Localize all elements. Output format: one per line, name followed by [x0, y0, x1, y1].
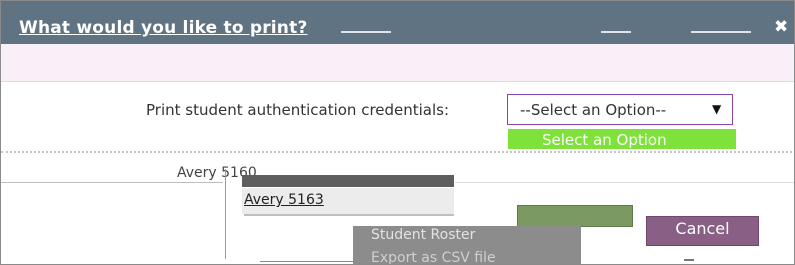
cancel-button[interactable]: Cancel [646, 216, 759, 246]
dropdown-list-top [242, 175, 454, 187]
dotted-divider [1, 151, 794, 153]
option-student-roster[interactable]: Student Roster Export as CSV file [353, 226, 581, 264]
option-avery-5163[interactable]: Avery 5163 [242, 188, 454, 214]
print-dialog: What would you like to print? ✖ Print st… [0, 0, 795, 265]
titlebar-artifact [691, 31, 751, 33]
dropdown-shadow [244, 214, 454, 216]
footer-divider [455, 182, 794, 183]
dialog-titlebar: What would you like to print? ✖ [1, 1, 794, 44]
chevron-down-icon: ▼ [712, 102, 722, 116]
print-button[interactable] [517, 205, 633, 227]
option-label: Avery 5163 [244, 192, 324, 208]
titlebar-artifact [601, 31, 631, 33]
option-select-an-option[interactable]: Select an Option [508, 129, 736, 149]
option-label: Select an Option [542, 131, 667, 149]
dialog-header-band [1, 44, 794, 82]
decorative-dash [684, 259, 694, 261]
credentials-prompt-label: Print student authentication credentials… [146, 101, 450, 119]
close-icon[interactable]: ✖ [774, 17, 788, 37]
select-value: --Select an Option-- [520, 101, 667, 119]
option-export-csv[interactable]: Export as CSV file [371, 250, 496, 264]
option-label: Student Roster [371, 227, 476, 243]
vertical-divider [225, 169, 226, 259]
footer-divider [260, 261, 353, 262]
titlebar-artifact [341, 31, 391, 33]
dialog-title: What would you like to print? [19, 18, 308, 38]
footer-divider [1, 182, 223, 183]
print-option-select[interactable]: --Select an Option-- ▼ [507, 94, 733, 125]
